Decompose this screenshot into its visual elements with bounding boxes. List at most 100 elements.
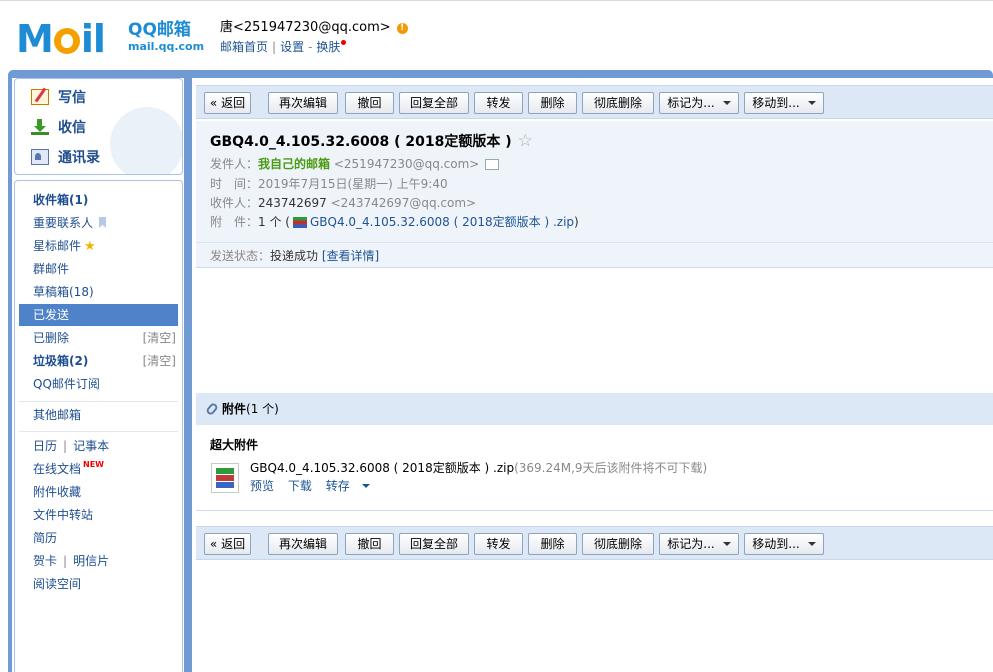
- logo-url-text: mail.qq.com: [128, 40, 205, 53]
- compose-label: 写信: [58, 90, 86, 106]
- frame-divider: [184, 74, 192, 672]
- contacts-icon: [31, 149, 49, 165]
- forward-button[interactable]: 转发: [474, 92, 523, 114]
- chevron-down-icon: [722, 542, 731, 546]
- frame-top: [8, 70, 993, 78]
- recall-button[interactable]: 撤回: [345, 533, 394, 555]
- sep: |: [63, 554, 68, 568]
- mail-subject: GBQ4.0_4.105.32.6008 ( 2018定额版本 ) ☆: [210, 131, 533, 151]
- to-address: <243742697@qq.com>: [330, 196, 477, 210]
- warning-icon[interactable]: !: [396, 22, 408, 34]
- zip-archive-icon: [211, 463, 239, 493]
- time-label: 时 间：: [210, 177, 259, 191]
- delete-button[interactable]: 删除: [528, 533, 577, 555]
- toolbar-bottom: « 返回 再次编辑 撤回 回复全部 转发 删除 彻底删除 标记为... 移动到.…: [196, 526, 993, 560]
- sidebar-item-docs[interactable]: 在线文档 NEW: [19, 458, 178, 480]
- delete-permanent-button[interactable]: 彻底删除: [582, 533, 654, 555]
- sidebar-item-other[interactable]: 其他邮箱: [19, 404, 178, 426]
- sidebar-item-favorites[interactable]: 附件收藏: [19, 481, 178, 503]
- penguin-o-icon: [53, 28, 80, 54]
- sidebar-item-drafts[interactable]: 草稿箱(18): [19, 281, 178, 303]
- move-to-dropdown[interactable]: 移动到...: [744, 533, 824, 555]
- star-toggle-icon[interactable]: ☆: [518, 131, 533, 151]
- forward-button[interactable]: 转发: [474, 533, 523, 555]
- reedit-button[interactable]: 再次编辑: [268, 533, 338, 555]
- attachment-count: 1 个 (: [258, 215, 290, 229]
- mark-as-label: 标记为...: [667, 537, 715, 551]
- from-label: 发件人：: [210, 157, 259, 171]
- contacts-button[interactable]: 通讯录: [31, 147, 100, 167]
- status-detail-link[interactable]: [查看详情]: [322, 249, 379, 263]
- reedit-button[interactable]: 再次编辑: [268, 92, 338, 114]
- user-account: 唐<251947230@qq.com>: [220, 20, 391, 35]
- send-status-label: 发送状态：: [210, 249, 271, 263]
- sidebar-item-spam[interactable]: 垃圾箱(2) [清空]: [19, 350, 178, 372]
- sidebar-item-label: 垃圾箱(2): [33, 354, 89, 368]
- save-to-dropdown[interactable]: 转存: [326, 479, 380, 493]
- receive-button[interactable]: 收信: [31, 117, 86, 137]
- postcard-link[interactable]: 明信片: [73, 554, 109, 568]
- compose-button[interactable]: 写信: [31, 87, 86, 107]
- mark-as-dropdown[interactable]: 标记为...: [659, 92, 739, 114]
- divider: [19, 401, 178, 402]
- attachments-header: 附件(1 个): [196, 393, 993, 425]
- delete-button[interactable]: 删除: [528, 92, 577, 114]
- preview-link[interactable]: 预览: [250, 479, 274, 493]
- star-icon: ★: [84, 239, 96, 254]
- sidebar-item-group[interactable]: 群邮件: [19, 258, 178, 280]
- attachment-link[interactable]: GBQ4.0_4.105.32.6008 ( 2018定额版本 ) .zip: [310, 215, 574, 229]
- contact-card-icon[interactable]: [485, 159, 500, 170]
- time-row: 时 间：2019年7月15日(星期一) 上午9:40: [210, 175, 448, 194]
- sidebar-item-label: 已删除: [33, 331, 70, 345]
- attachments-heading: 附件: [222, 402, 247, 416]
- clear-spam-link[interactable]: [清空]: [143, 350, 176, 372]
- large-attachment-title: 超大附件: [210, 438, 259, 452]
- home-link[interactable]: 邮箱首页: [220, 40, 268, 54]
- recall-button[interactable]: 撤回: [345, 92, 394, 114]
- chevron-down-icon: [807, 101, 816, 105]
- sidebar-item-transfer[interactable]: 文件中转站: [19, 504, 178, 526]
- delete-permanent-button[interactable]: 彻底删除: [582, 92, 654, 114]
- sidebar-item-resume[interactable]: 简历: [19, 527, 178, 549]
- top-border: [0, 0, 993, 4]
- back-button[interactable]: « 返回: [204, 533, 251, 555]
- attachment-file: GBQ4.0_4.105.32.6008 ( 2018定额版本 ) .zip(3…: [250, 459, 707, 476]
- download-link[interactable]: 下载: [288, 479, 312, 493]
- contacts-label: 通讯录: [58, 150, 100, 166]
- sidebar-item-subscription[interactable]: QQ邮件订阅: [19, 373, 178, 395]
- calendar-link[interactable]: 日历: [33, 439, 57, 453]
- sidebar-item-inbox[interactable]: 收件箱(1): [19, 189, 178, 211]
- sidebar-item-important[interactable]: 重要联系人: [19, 212, 178, 234]
- greeting-card-link[interactable]: 贺卡: [33, 554, 57, 568]
- toolbar-top: « 返回 再次编辑 撤回 回复全部 转发 删除 彻底删除 标记为... 移动到.…: [196, 85, 993, 119]
- mail-logo[interactable]: Mil: [16, 20, 106, 58]
- logo-subtitle: QQ邮箱 mail.qq.com: [128, 20, 204, 54]
- inbox-download-icon: [31, 119, 49, 135]
- new-badge: NEW: [83, 460, 104, 469]
- sidebar-item-reading[interactable]: 阅读空间: [19, 573, 178, 595]
- skin-link[interactable]: 换肤: [316, 40, 340, 54]
- chevron-down-icon: [722, 101, 731, 105]
- settings-link[interactable]: 设置: [280, 40, 304, 54]
- attachment-label: 附 件：: [210, 215, 259, 229]
- move-to-label: 移动到...: [752, 96, 800, 110]
- to-name[interactable]: 243742697: [258, 196, 327, 210]
- sidebar-item-starred[interactable]: 星标邮件 ★: [19, 235, 178, 257]
- mark-as-dropdown[interactable]: 标记为...: [659, 533, 739, 555]
- back-button[interactable]: « 返回: [204, 92, 251, 114]
- sidebar-item-deleted[interactable]: 已删除 [清空]: [19, 327, 178, 349]
- sidebar-item-sent[interactable]: 已发送: [19, 304, 178, 326]
- clear-deleted-link[interactable]: [清空]: [143, 327, 176, 349]
- from-name[interactable]: 我自己的邮箱: [258, 157, 330, 171]
- notes-link[interactable]: 记事本: [73, 439, 109, 453]
- reply-all-button[interactable]: 回复全部: [399, 92, 469, 114]
- penguin-watermark-icon: [110, 107, 182, 174]
- user-box: 唐<251947230@qq.com> ! 邮箱首页 | 设置 - 换肤: [220, 20, 408, 56]
- quick-actions-panel: 写信 收信 通讯录: [14, 78, 183, 175]
- mail-header: GBQ4.0_4.105.32.6008 ( 2018定额版本 ) ☆ 发件人：…: [196, 121, 993, 268]
- notification-dot-icon: [341, 40, 347, 45]
- receive-label: 收信: [58, 120, 86, 136]
- move-to-dropdown[interactable]: 移动到...: [744, 92, 824, 114]
- reply-all-button[interactable]: 回复全部: [399, 533, 469, 555]
- bookmark-icon: [99, 217, 107, 228]
